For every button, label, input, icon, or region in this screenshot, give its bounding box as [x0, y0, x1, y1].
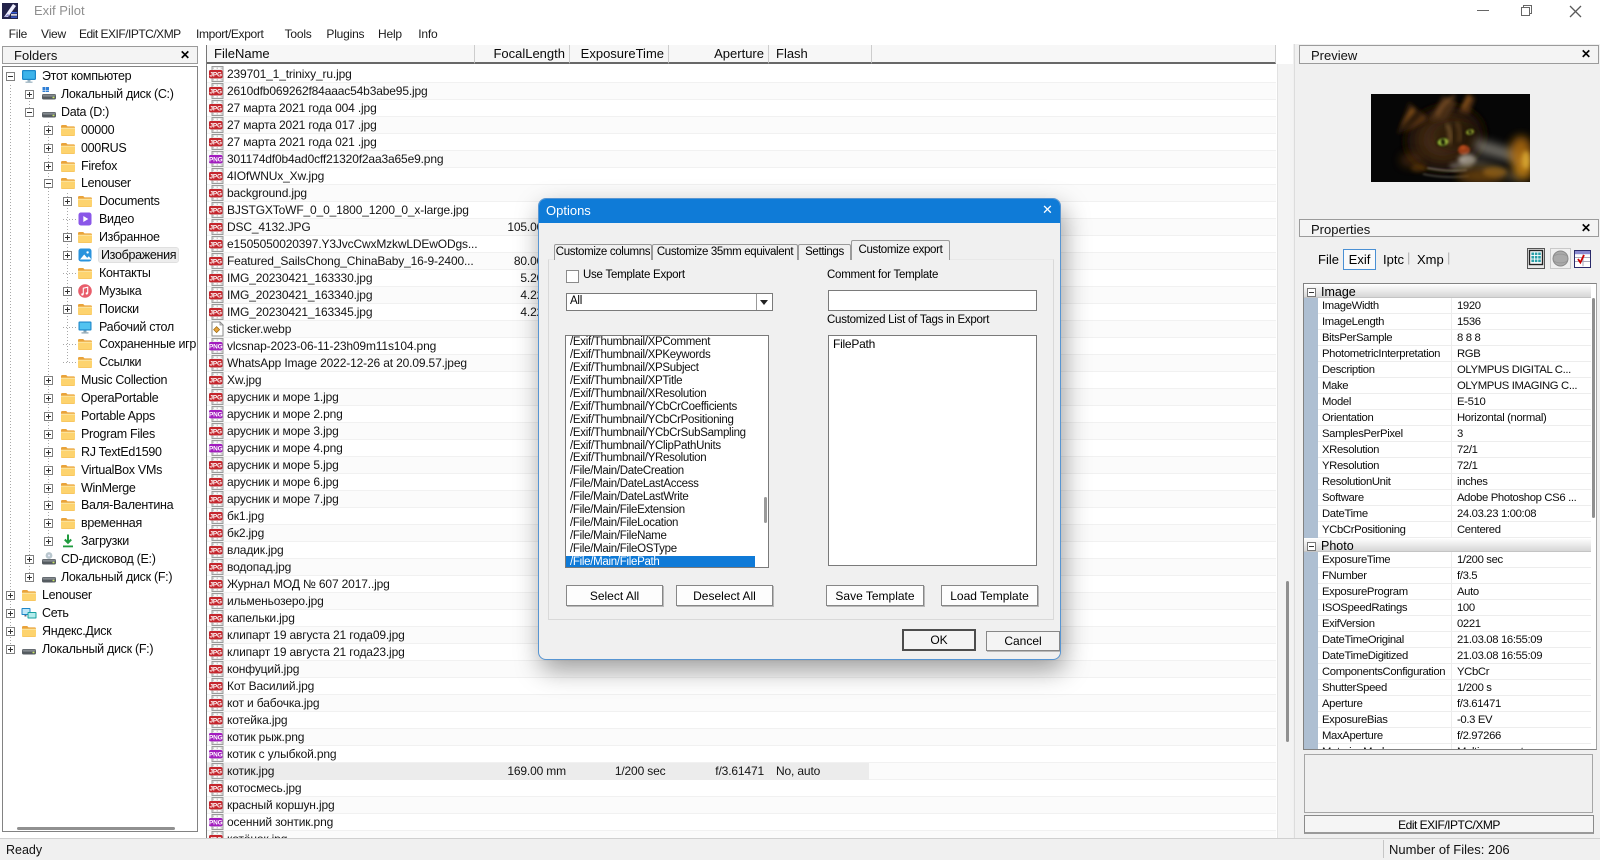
svg-text:JPG: JPG	[210, 496, 223, 503]
svg-text:JPG: JPG	[210, 122, 223, 129]
svg-text:JPG: JPG	[210, 224, 223, 231]
svg-text:JPG: JPG	[210, 207, 223, 214]
svg-text:JPG: JPG	[210, 190, 223, 197]
svg-text:JPG: JPG	[210, 258, 223, 265]
svg-text:JPG: JPG	[210, 598, 223, 605]
svg-text:JPG: JPG	[210, 564, 223, 571]
svg-text:JPG: JPG	[210, 377, 223, 384]
svg-text:JPG: JPG	[210, 615, 223, 622]
svg-text:JPG: JPG	[210, 88, 223, 95]
svg-text:JPG: JPG	[210, 785, 223, 792]
svg-text:PNG: PNG	[209, 411, 223, 418]
svg-text:JPG: JPG	[210, 632, 223, 639]
svg-text:JPG: JPG	[210, 717, 223, 724]
svg-text:JPG: JPG	[210, 309, 223, 316]
svg-text:PNG: PNG	[209, 751, 223, 758]
svg-text:JPG: JPG	[210, 479, 223, 486]
svg-text:JPG: JPG	[210, 547, 223, 554]
svg-text:JPG: JPG	[210, 428, 223, 435]
svg-text:JPG: JPG	[210, 462, 223, 469]
svg-text:JPG: JPG	[210, 802, 223, 809]
svg-text:JPG: JPG	[210, 700, 223, 707]
svg-text:JPG: JPG	[210, 71, 223, 78]
svg-text:JPG: JPG	[210, 513, 223, 520]
svg-text:PNG: PNG	[209, 156, 223, 163]
svg-text:JPG: JPG	[210, 394, 223, 401]
svg-text:PNG: PNG	[209, 819, 223, 826]
svg-text:JPG: JPG	[210, 666, 223, 673]
svg-text:JPG: JPG	[210, 581, 223, 588]
svg-text:JPG: JPG	[210, 139, 223, 146]
svg-text:PNG: PNG	[209, 343, 223, 350]
svg-text:JPG: JPG	[210, 292, 223, 299]
svg-text:PNG: PNG	[209, 445, 223, 452]
svg-text:PNG: PNG	[209, 734, 223, 741]
svg-text:JPG: JPG	[210, 683, 223, 690]
svg-text:JPG: JPG	[210, 530, 223, 537]
svg-text:JPG: JPG	[210, 241, 223, 248]
svg-text:JPG: JPG	[210, 275, 223, 282]
svg-text:JPG: JPG	[210, 105, 223, 112]
svg-text:JPG: JPG	[210, 360, 223, 367]
svg-text:JPG: JPG	[210, 649, 223, 656]
svg-text:JPG: JPG	[210, 173, 223, 180]
svg-text:JPG: JPG	[210, 768, 223, 775]
